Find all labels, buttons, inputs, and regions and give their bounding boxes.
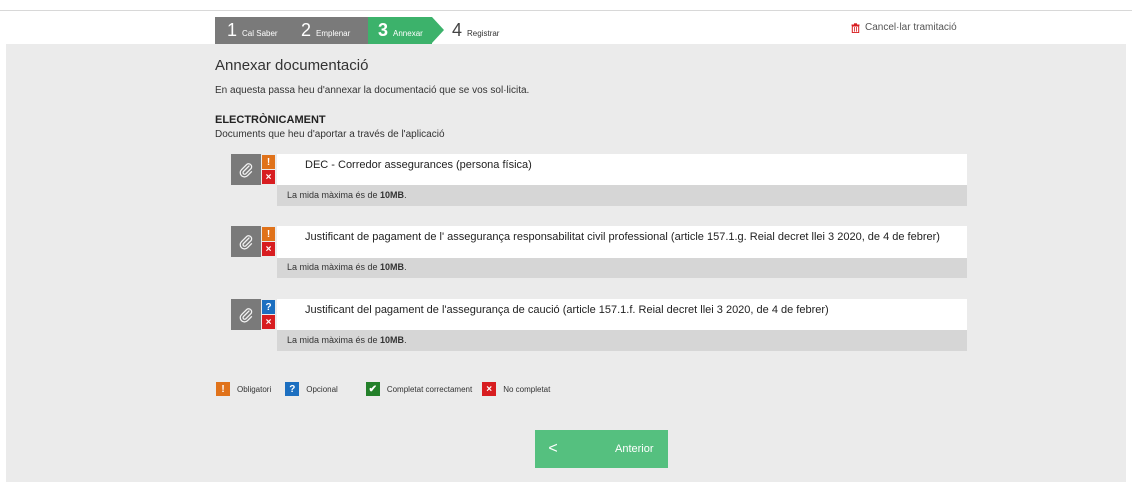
document-row: ! × DEC - Corredor assegurances (persona…	[231, 154, 967, 206]
mandatory-badge: !	[262, 155, 275, 169]
paperclip-icon	[239, 234, 253, 250]
legend-label: No completat	[503, 384, 551, 394]
mandatory-icon: !	[216, 382, 230, 396]
top-divider	[0, 10, 1132, 11]
optional-badge: ?	[262, 300, 275, 314]
cancel-label: Cancel·lar tramitació	[865, 22, 957, 33]
previous-button[interactable]: < Anterior	[535, 430, 668, 468]
wizard-steps: 1 Cal Saber 2 Emplenar 3 Annexar 4 Regis…	[215, 17, 512, 44]
legend-label: Opcional	[306, 384, 338, 394]
step-label: Cal Saber	[242, 29, 278, 38]
section-subtitle: Documents que heu d'aportar a través de …	[215, 129, 445, 140]
not-completed-badge: ×	[262, 242, 275, 256]
size-limit-prefix: La mida màxima és de	[287, 190, 381, 200]
attach-button[interactable]	[231, 154, 261, 185]
previous-button-label: Anterior	[615, 443, 654, 455]
trash-icon	[851, 22, 860, 33]
legend-mandatory: ! Obligatori	[216, 382, 271, 396]
size-limit: La mida màxima és de 10MB.	[277, 185, 967, 206]
legend-optional: ? Opcional	[285, 382, 338, 396]
close-icon: ×	[482, 382, 497, 396]
document-status: ! ×	[261, 226, 276, 257]
size-limit-value: 10MB	[380, 335, 405, 345]
step-emplenar[interactable]: 2 Emplenar	[291, 17, 368, 44]
size-limit-suffix: .	[404, 190, 407, 200]
size-limit-value: 10MB	[380, 190, 405, 200]
step-label: Emplenar	[316, 29, 351, 38]
section-title: ELECTRÒNICAMENT	[215, 114, 326, 126]
intro-text: En aquesta passa heu d'annexar la docume…	[215, 85, 530, 96]
document-status: ? ×	[261, 299, 276, 330]
optional-icon: ?	[285, 382, 300, 396]
paperclip-icon	[239, 307, 253, 323]
legend-not-completed: × No completat	[482, 382, 550, 396]
cancel-procedure-link[interactable]: Cancel·lar tramitació	[851, 22, 957, 33]
step-number: 2	[301, 20, 312, 40]
mandatory-badge: !	[262, 227, 275, 241]
attach-button[interactable]	[231, 299, 261, 330]
step-registrar: 4 Registrar	[432, 17, 512, 44]
size-limit-prefix: La mida màxima és de	[287, 335, 381, 345]
size-limit: La mida màxima és de 10MB.	[277, 330, 967, 351]
step-number: 3	[378, 20, 389, 40]
steps-bar	[0, 17, 1132, 44]
document-status: ! ×	[261, 154, 276, 185]
not-completed-badge: ×	[262, 170, 275, 184]
size-limit-value: 10MB	[380, 262, 405, 272]
size-limit: La mida màxima és de 10MB.	[277, 258, 967, 278]
document-row: ? × Justificant del pagament de l'assegu…	[231, 299, 967, 351]
legend-completed: ✔ Completat correctament	[365, 382, 473, 396]
status-legend: ! Obligatori ? Opcional ✔ Completat corr…	[216, 382, 564, 396]
check-icon: ✔	[365, 382, 380, 396]
step-number: 1	[227, 20, 238, 40]
attach-button[interactable]	[231, 226, 261, 257]
legend-label: Obligatori	[237, 384, 272, 394]
size-limit-suffix: .	[404, 262, 407, 272]
page-title: Annexar documentació	[215, 57, 369, 74]
document-name: Justificant del pagament de l'asseguranç…	[277, 299, 967, 330]
paperclip-icon	[239, 162, 253, 178]
size-limit-prefix: La mida màxima és de	[287, 262, 381, 272]
legend-label: Completat correctament	[386, 384, 473, 394]
step-label: Annexar	[393, 29, 423, 38]
document-name: DEC - Corredor assegurances (persona fís…	[277, 154, 967, 185]
document-name: Justificant de pagament de l' asseguranç…	[277, 226, 967, 258]
step-number: 4	[452, 20, 463, 40]
step-cal-saber[interactable]: 1 Cal Saber	[215, 17, 291, 44]
not-completed-badge: ×	[262, 315, 275, 329]
step-label: Registrar	[467, 29, 500, 38]
size-limit-suffix: .	[404, 335, 407, 345]
step-annexar[interactable]: 3 Annexar	[368, 17, 444, 44]
document-row: ! × Justificant de pagament de l' assegu…	[231, 226, 967, 278]
chevron-left-icon: <	[548, 440, 558, 457]
